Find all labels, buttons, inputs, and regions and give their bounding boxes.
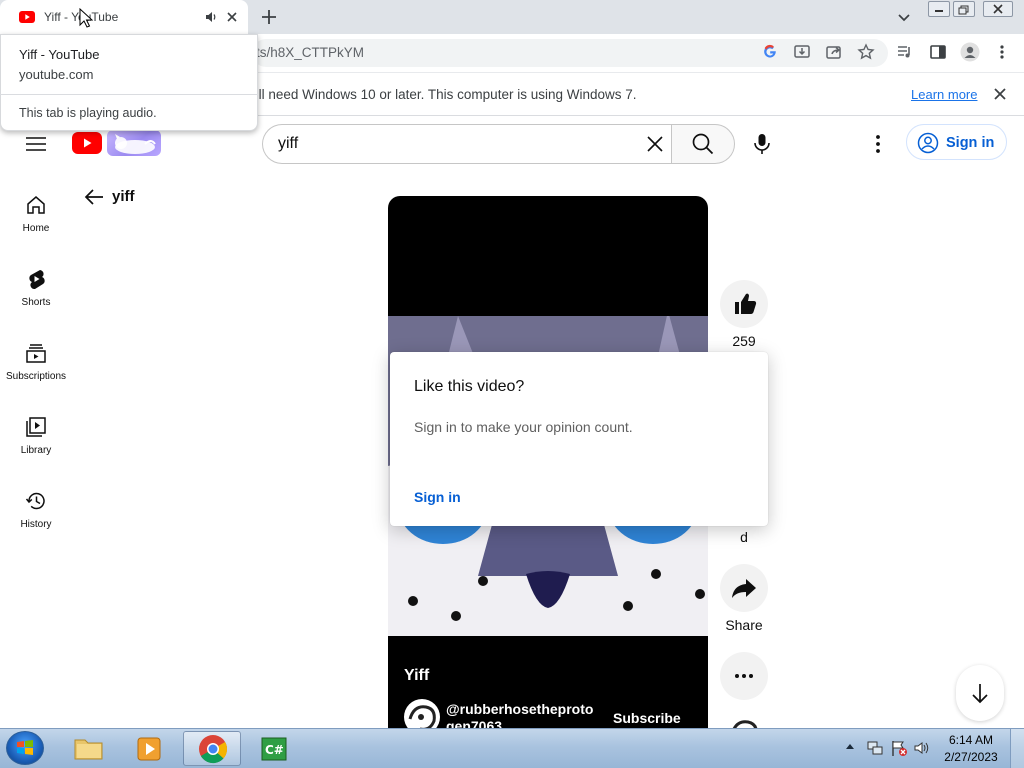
svg-text:C#: C#: [265, 743, 284, 757]
like-button[interactable]: [720, 280, 768, 328]
subscriptions-icon: [25, 342, 47, 364]
clock-time[interactable]: 6:14 AM: [940, 733, 1002, 747]
sidebar-item-label: History: [20, 519, 52, 530]
media-player-icon: [137, 737, 161, 761]
network-icon[interactable]: [866, 739, 884, 757]
search-box[interactable]: [262, 124, 672, 164]
media-control-icon[interactable]: [896, 43, 914, 61]
popup-body: Sign in to make your opinion count.: [414, 419, 633, 435]
infobar-close-icon[interactable]: [993, 87, 1007, 101]
home-icon: [25, 194, 47, 216]
profile-avatar-icon[interactable]: [960, 42, 980, 62]
youtube-doodle-icon[interactable]: [107, 130, 161, 156]
infobar-message: 'll need Windows 10 or later. This compu…: [256, 87, 637, 102]
search-clear-icon[interactable]: [644, 133, 666, 155]
video-title: Yiff: [404, 667, 430, 684]
sound-thumbnail[interactable]: [728, 714, 764, 728]
popup-sign-in-link[interactable]: Sign in: [414, 489, 461, 505]
window-minimize-button[interactable]: [928, 1, 950, 17]
shorts-icon: [25, 268, 47, 290]
search-button[interactable]: [671, 124, 735, 164]
history-icon: [25, 490, 47, 512]
youtube-logo-icon[interactable]: [72, 132, 102, 154]
search-input[interactable]: yiff: [278, 135, 298, 153]
url-text[interactable]: ts/h8X_CTTPkYM: [256, 45, 364, 60]
action-center-flag-icon[interactable]: [890, 739, 908, 757]
share-page-icon[interactable]: [825, 43, 843, 61]
tab-audio-icon[interactable]: [204, 10, 218, 24]
more-actions-button[interactable]: [720, 652, 768, 700]
volume-icon[interactable]: [913, 739, 931, 757]
chrome-taskbar-button[interactable]: [183, 731, 241, 766]
sign-in-label[interactable]: Sign in: [946, 135, 994, 151]
hover-card-divider: [0, 94, 258, 95]
sidebar-item-label: Subscriptions: [5, 371, 67, 382]
window-restore-button[interactable]: [953, 1, 975, 17]
sidebar-item-shorts[interactable]: Shorts: [0, 266, 72, 316]
sidebar-item-label: Home: [22, 223, 50, 234]
settings-more-icon[interactable]: [868, 133, 888, 155]
tab-close-icon[interactable]: [224, 9, 240, 25]
tab-search-chevron-icon[interactable]: [896, 9, 912, 25]
subscribe-button[interactable]: Subscribe: [613, 710, 681, 726]
folder-icon: [74, 739, 103, 760]
learn-more-link[interactable]: Learn more: [911, 87, 977, 102]
side-panel-icon[interactable]: [929, 43, 947, 61]
thumbs-up-icon: [735, 293, 757, 314]
sidebar-item-label: Shorts: [21, 297, 51, 308]
csharp-icon: C#: [261, 737, 287, 761]
dislike-label: d: [740, 529, 748, 545]
bookmark-star-icon[interactable]: [857, 43, 875, 61]
google-lens-icon[interactable]: [762, 43, 778, 59]
show-desktop-button[interactable]: [1010, 729, 1024, 768]
sidebar-item-home[interactable]: Home: [0, 192, 72, 242]
install-app-icon[interactable]: [793, 43, 811, 61]
guide-menu-icon[interactable]: [26, 136, 46, 152]
like-count: 259: [732, 333, 756, 349]
youtube-favicon-icon: [19, 11, 35, 23]
arrow-down-icon: [972, 684, 988, 704]
tray-overflow-icon[interactable]: [845, 742, 855, 750]
chrome-icon: [199, 735, 228, 764]
mouse-cursor-icon: [79, 8, 93, 28]
share-label: Share: [725, 617, 763, 633]
start-button[interactable]: [6, 731, 44, 765]
sidebar-item-history[interactable]: History: [0, 488, 72, 538]
popup-title: Like this video?: [414, 378, 525, 395]
hover-card-audio-status: This tab is playing audio.: [19, 106, 157, 120]
share-button[interactable]: [720, 564, 768, 612]
chrome-menu-icon[interactable]: [996, 43, 1008, 61]
media-player-taskbar-button[interactable]: [121, 731, 179, 766]
sidebar-item-subscriptions[interactable]: Subscriptions: [0, 340, 72, 390]
share-icon: [732, 579, 756, 598]
csharp-taskbar-button[interactable]: C#: [246, 731, 304, 766]
windows-logo-icon: [17, 740, 33, 755]
back-arrow-icon[interactable]: [84, 188, 104, 206]
sidebar-item-library[interactable]: Library: [0, 414, 72, 464]
library-icon: [25, 416, 47, 438]
voice-search-icon[interactable]: [752, 133, 772, 155]
window-close-button[interactable]: [983, 1, 1013, 17]
new-tab-button[interactable]: [259, 7, 279, 27]
clock-date[interactable]: 2/27/2023: [940, 750, 1002, 764]
account-icon: [917, 132, 939, 154]
hover-card-domain: youtube.com: [19, 67, 94, 82]
hover-card-title: Yiff - YouTube: [19, 47, 100, 62]
next-video-button[interactable]: [956, 665, 1004, 721]
explorer-taskbar-button[interactable]: [60, 731, 118, 766]
sidebar-item-label: Library: [20, 445, 52, 456]
more-horizontal-icon: [735, 674, 753, 678]
shorts-query-title: yiff: [112, 188, 135, 205]
